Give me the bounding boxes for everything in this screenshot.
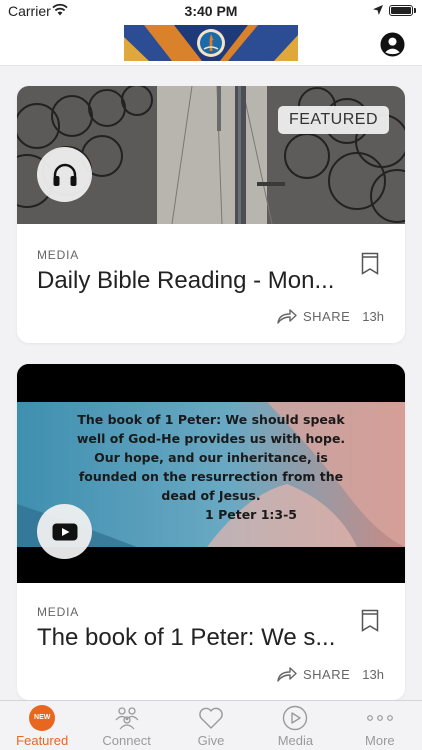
tab-label: Featured [16,733,69,748]
time-ago: 13h [362,309,384,324]
status-bar: Carrier 3:40 PM [0,0,422,22]
tab-label: Media [277,733,314,748]
video-caption-line: dead of Jesus. [161,488,261,503]
share-arrow-icon [277,309,297,324]
bookmark-icon[interactable] [361,609,379,632]
tab-give[interactable]: Give [169,701,253,750]
battery-icon [389,5,416,16]
heart-icon [197,705,225,731]
video-caption-line: The book of 1 Peter: We should speak [77,412,345,427]
tab-bar: NEW Featured Connect Give Media More [0,700,422,750]
nav-bar [0,22,422,66]
tab-label: More [365,733,395,748]
time-ago: 13h [362,667,384,682]
youtube-play-icon[interactable] [37,504,92,559]
tab-label: Connect [102,733,151,748]
location-arrow-icon [373,5,383,15]
card-category: MEDIA [37,248,80,262]
share-label: SHARE [303,308,351,324]
card-title[interactable]: Daily Bible Reading - Mon... [37,267,367,295]
headphones-icon[interactable] [37,147,92,202]
play-circle-icon [281,705,309,731]
card-category: MEDIA [37,605,80,619]
profile-button[interactable] [380,32,405,57]
card-thumbnail[interactable]: The book of 1 Peter: We should speak wel… [17,364,405,583]
new-badge-icon: NEW [28,705,56,731]
share-label: SHARE [303,666,351,682]
tab-featured[interactable]: NEW Featured [0,701,84,750]
church-logo [124,25,298,61]
video-caption-line: Our hope, and our inheritance, is [94,450,328,465]
card-thumbnail[interactable]: FEATURED [17,86,405,224]
share-button[interactable]: SHARE [277,308,350,324]
tab-more[interactable]: More [338,701,422,750]
featured-feed[interactable]: FEATURED MEDIA Daily Bible Reading - Mon… [0,66,422,700]
clock: 3:40 PM [184,3,238,19]
tab-connect[interactable]: Connect [84,701,168,750]
featured-badge: FEATURED [277,106,389,134]
media-card[interactable]: FEATURED MEDIA Daily Bible Reading - Mon… [17,86,405,343]
video-caption-line: well of God-He provides us with hope. [76,431,346,446]
new-badge: NEW [29,705,56,731]
video-caption-line: founded on the resurrection from the [78,469,344,484]
bookmark-icon[interactable] [361,252,379,275]
share-arrow-icon [277,667,297,682]
media-card[interactable]: The book of 1 Peter: We should speak wel… [17,364,405,700]
share-button[interactable]: SHARE [277,666,350,682]
tab-media[interactable]: Media [253,701,337,750]
card-title[interactable]: The book of 1 Peter: We s... [37,624,367,652]
people-icon [113,705,141,731]
more-dots-icon [366,705,394,731]
tab-label: Give [197,733,225,748]
